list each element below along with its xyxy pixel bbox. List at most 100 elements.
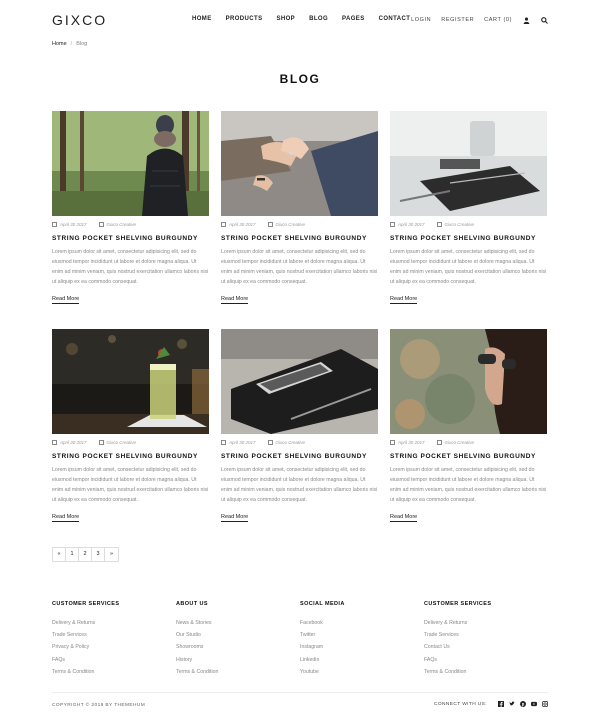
nav-products[interactable]: PRODUCTS	[226, 16, 263, 22]
footer-link[interactable]: News & Stories	[176, 617, 296, 629]
edit-icon	[436, 222, 442, 227]
edit-icon	[267, 440, 273, 445]
post-title[interactable]: STRING POCKET SHELVING BURGUNDY	[221, 235, 378, 242]
footer-link[interactable]: Trade Services	[424, 629, 544, 641]
footer-link[interactable]: FAQs	[424, 654, 544, 666]
footer-link[interactable]: Linkedin	[300, 654, 420, 666]
pagination-page-3[interactable]: 3	[92, 548, 105, 561]
post-excerpt: Lorem ipsum dolor sit amet, consectetur …	[390, 467, 547, 503]
post-date: April 30 2017	[398, 222, 425, 227]
footer-link[interactable]: Facebook	[300, 617, 420, 629]
footer-column-title: ABOUT US	[176, 601, 208, 607]
footer-link[interactable]: History	[176, 654, 296, 666]
footer-link[interactable]: Contact Us	[424, 641, 544, 653]
blog-card: April 30 2017 Gixco Creative STRING POCK…	[221, 329, 378, 523]
footer-link[interactable]: Terms & Condition	[176, 666, 296, 678]
copyright: COPYRIGHT © 2019 BY THEMEHUM	[52, 703, 146, 708]
footer-link[interactable]: Our Studio	[176, 629, 296, 641]
register-link[interactable]: REGISTER	[441, 17, 474, 23]
read-more-link[interactable]: Read More	[221, 514, 249, 522]
post-excerpt: Lorem ipsum dolor sit amet, consectetur …	[52, 249, 209, 285]
post-image[interactable]	[221, 111, 378, 216]
pagination-next[interactable]: »	[105, 548, 118, 561]
post-author[interactable]: Gixco Creative	[445, 440, 475, 445]
logo[interactable]: GIXCO	[52, 12, 107, 28]
footer-column-customer-services: CUSTOMER SERVICES Delivery & Returns Tra…	[52, 601, 172, 678]
facebook-icon[interactable]	[498, 701, 504, 707]
post-image[interactable]	[52, 329, 209, 434]
footer-link[interactable]: Terms & Condition	[424, 666, 544, 678]
footer-column-title: SOCIAL MEDIA	[300, 601, 345, 607]
pagination: « 1 2 3 »	[52, 547, 119, 562]
blog-card: April 30 2017 Gixco Creative STRING POCK…	[52, 329, 209, 523]
twitter-icon[interactable]	[509, 701, 515, 707]
post-meta: April 30 2017 Gixco Creative	[221, 440, 378, 445]
post-title[interactable]: STRING POCKET SHELVING BURGUNDY	[390, 453, 547, 460]
nav-home[interactable]: HOME	[192, 16, 212, 22]
post-image[interactable]	[390, 329, 547, 434]
read-more-link[interactable]: Read More	[221, 296, 249, 304]
post-author[interactable]: Gixco Creative	[107, 440, 137, 445]
footer-link[interactable]: FAQs	[52, 654, 172, 666]
footer-link[interactable]: Delivery & Returns	[424, 617, 544, 629]
post-meta: April 30 2017 Gixco Creative	[390, 440, 547, 445]
post-excerpt: Lorem ipsum dolor sit amet, consectetur …	[221, 249, 378, 285]
post-image[interactable]	[52, 111, 209, 216]
page-title: BLOG	[279, 72, 321, 86]
nav-blog[interactable]: BLOG	[309, 16, 328, 22]
read-more-link[interactable]: Read More	[52, 514, 80, 522]
pagination-prev[interactable]: «	[53, 548, 66, 561]
main-nav: HOME PRODUCTS SHOP BLOG PAGES CONTACT	[192, 16, 424, 22]
footer-link[interactable]: Privacy & Policy	[52, 641, 172, 653]
cart-link[interactable]: CART (0)	[484, 17, 512, 23]
post-title[interactable]: STRING POCKET SHELVING BURGUNDY	[221, 453, 378, 460]
youtube-icon[interactable]	[531, 701, 537, 707]
instagram-icon[interactable]	[542, 701, 548, 707]
read-more-link[interactable]: Read More	[52, 296, 80, 304]
nav-pages[interactable]: PAGES	[342, 16, 365, 22]
post-meta: April 30 2017 Gixco Creative	[221, 222, 378, 227]
post-title[interactable]: STRING POCKET SHELVING BURGUNDY	[390, 235, 547, 242]
footer-column-title: CUSTOMER SERVICES	[52, 601, 120, 607]
breadcrumb-separator: /	[70, 41, 73, 47]
post-title[interactable]: STRING POCKET SHELVING BURGUNDY	[52, 235, 209, 242]
search-icon[interactable]	[540, 16, 548, 24]
post-title[interactable]: STRING POCKET SHELVING BURGUNDY	[52, 453, 209, 460]
breadcrumb-home[interactable]: Home	[52, 41, 67, 47]
svg-text:p: p	[522, 702, 525, 707]
footer-link[interactable]: Terms & Condition	[52, 666, 172, 678]
blog-card: April 30 2017 Gixco Creative STRING POCK…	[390, 329, 547, 523]
login-link[interactable]: LOGIN	[411, 17, 431, 23]
pagination-page-2[interactable]: 2	[79, 548, 92, 561]
post-author[interactable]: Gixco Creative	[276, 222, 306, 227]
read-more-link[interactable]: Read More	[390, 296, 418, 304]
footer-link[interactable]: Delivery & Returns	[52, 617, 172, 629]
post-author[interactable]: Gixco Creative	[445, 222, 475, 227]
footer-column-customer-services-2: CUSTOMER SERVICES Delivery & Returns Tra…	[424, 601, 544, 678]
footer-column-title: CUSTOMER SERVICES	[424, 601, 492, 607]
post-author[interactable]: Gixco Creative	[107, 222, 137, 227]
post-excerpt: Lorem ipsum dolor sit amet, consectetur …	[390, 249, 547, 285]
user-icon[interactable]	[522, 16, 530, 24]
post-date: April 30 2017	[229, 440, 256, 445]
connect-label: CONNECT WITH US:	[434, 701, 487, 707]
post-meta: April 30 2017 Gixco Creative	[390, 222, 547, 227]
footer-link[interactable]: Showrooms	[176, 641, 296, 653]
footer-link[interactable]: Trade Services	[52, 629, 172, 641]
footer-divider	[52, 692, 548, 693]
post-date: April 30 2017	[60, 222, 87, 227]
nav-shop[interactable]: SHOP	[276, 16, 295, 22]
read-more-link[interactable]: Read More	[390, 514, 418, 522]
footer-link[interactable]: Youtube	[300, 666, 420, 678]
pinterest-icon[interactable]: p	[520, 701, 526, 707]
post-image[interactable]	[221, 329, 378, 434]
footer-link[interactable]: Twitter	[300, 629, 420, 641]
social-connect: CONNECT WITH US: p	[434, 701, 548, 707]
pagination-page-1[interactable]: 1	[66, 548, 79, 561]
post-author[interactable]: Gixco Creative	[276, 440, 306, 445]
post-date: April 30 2017	[398, 440, 425, 445]
post-meta: April 30 2017 Gixco Creative	[52, 222, 209, 227]
footer-column-about-us: ABOUT US News & Stories Our Studio Showr…	[176, 601, 296, 678]
post-image[interactable]	[390, 111, 547, 216]
footer-link[interactable]: Instagram	[300, 641, 420, 653]
